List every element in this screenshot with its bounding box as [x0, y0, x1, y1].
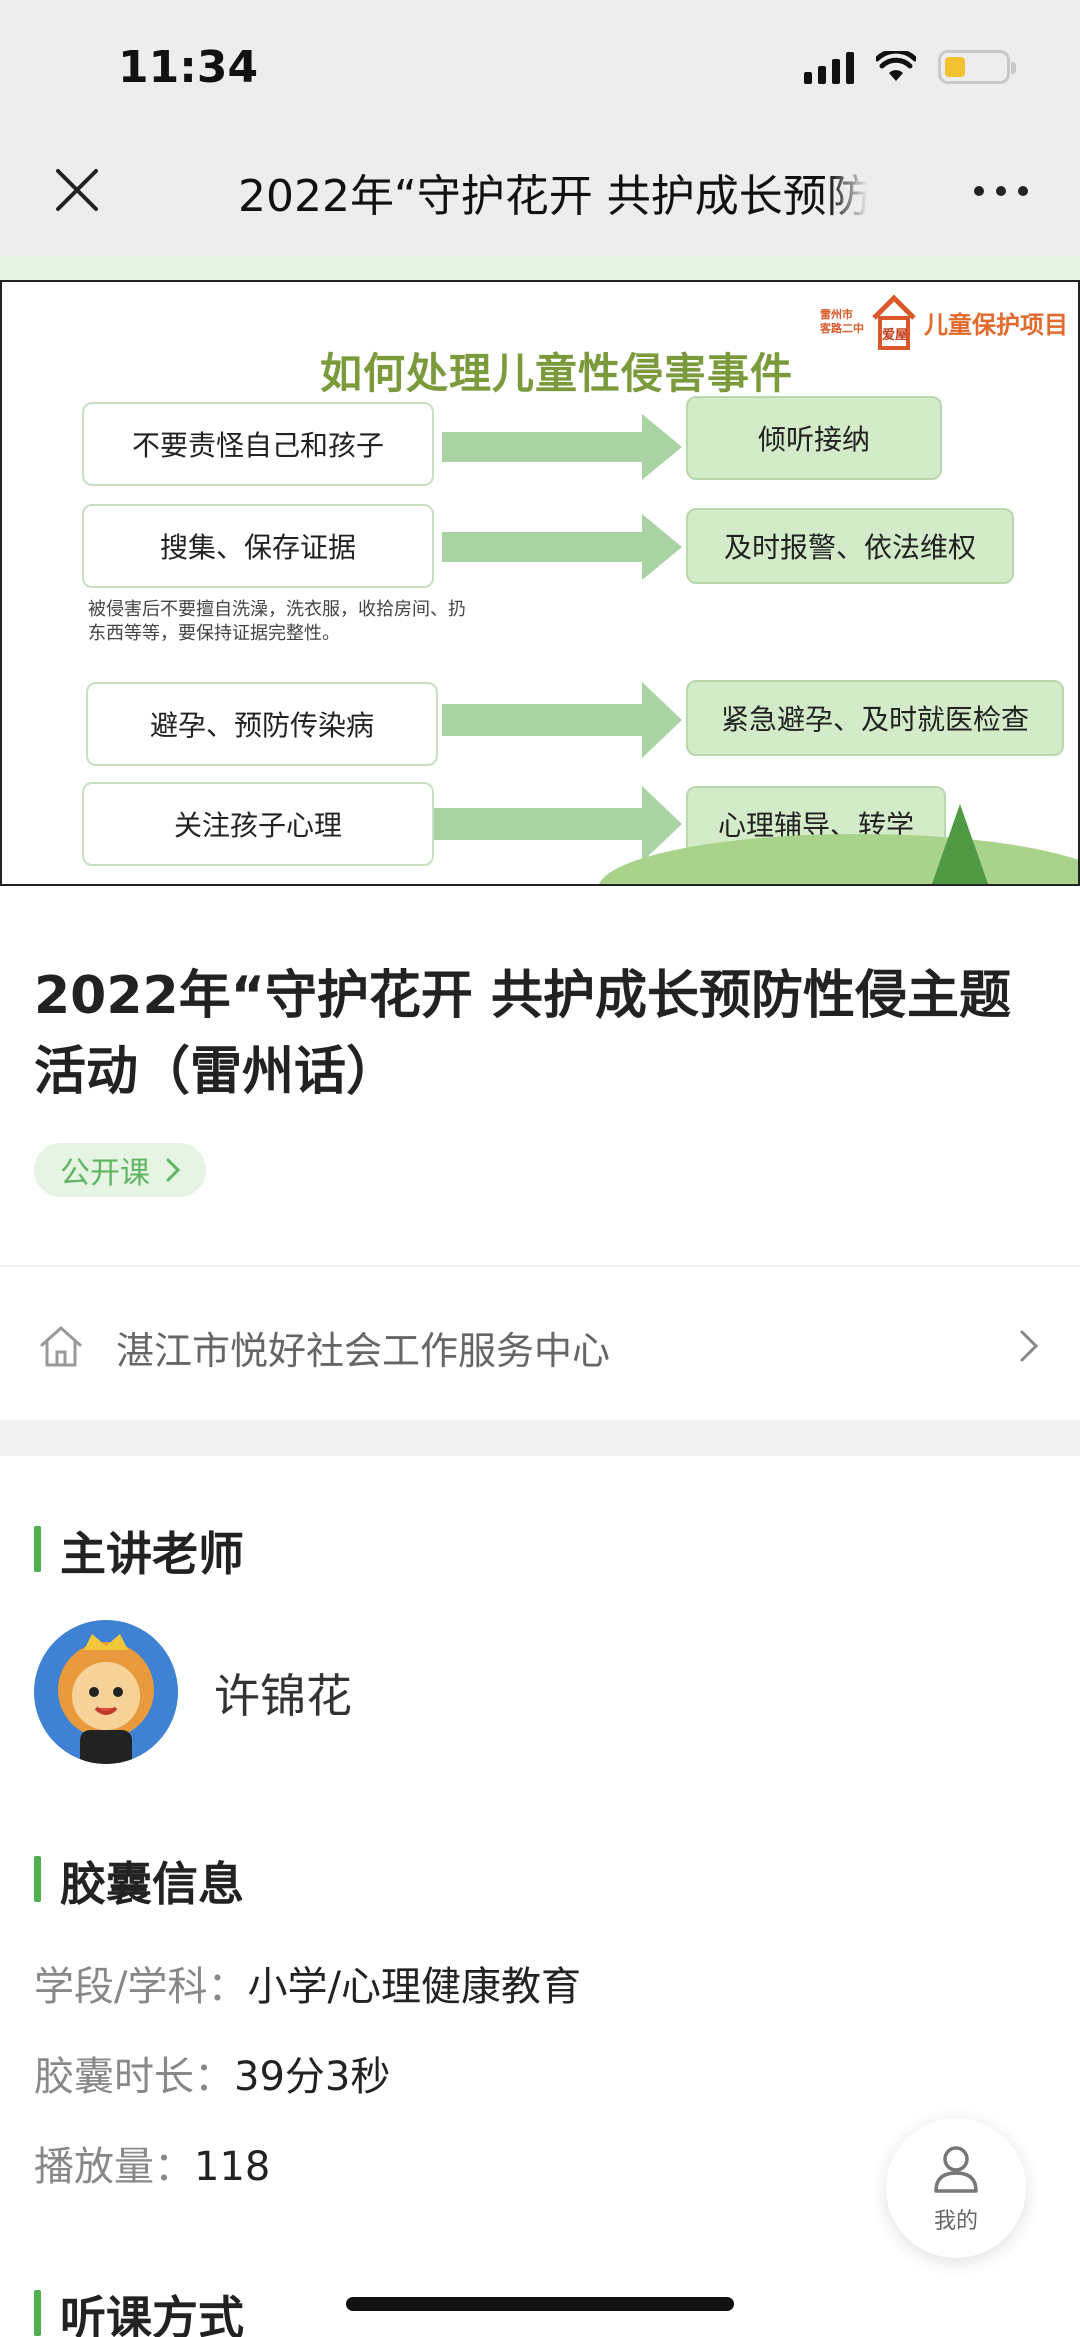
arrow-icon	[442, 514, 682, 580]
tree-decoration	[932, 804, 988, 884]
cover-top-strip	[0, 255, 1080, 280]
status-time: 11:34	[118, 42, 259, 93]
course-title: 2022年“守护花开 共护成长预防性侵主题活动（雷州话）	[34, 966, 1012, 1102]
slide-left-box-4: 关注孩子心理	[82, 782, 434, 866]
user-icon	[934, 2146, 978, 2193]
arrow-icon	[434, 786, 682, 862]
teacher-section-heading: 主讲老师	[34, 1518, 244, 1584]
info-value: 小学/心理健康教育	[247, 1964, 581, 2010]
info-key: 播放量：	[34, 2144, 194, 2190]
arrow-icon	[442, 414, 682, 480]
info-row-plays: 播放量：118	[34, 2134, 270, 2192]
logo-small-top: 雷州市	[820, 308, 853, 321]
course-tag[interactable]: 公开课	[34, 1143, 206, 1197]
home-indicator[interactable]	[346, 2297, 734, 2311]
chevron-right-icon	[1020, 1330, 1039, 1362]
slide-right-box-1: 倾听接纳	[686, 396, 942, 480]
slide-title: 如何处理儿童性侵害事件	[320, 349, 794, 398]
home-icon	[40, 1326, 82, 1367]
info-value: 118	[194, 2144, 271, 2190]
divider	[0, 1265, 1080, 1267]
my-button-label: 我的	[933, 2209, 978, 2234]
info-key: 胶囊时长：	[34, 2054, 234, 2100]
capsule-section-heading: 胶囊信息	[34, 1848, 244, 1914]
slide-right-box-3: 紧急避孕、及时就医检查	[686, 680, 1064, 756]
info-row-subject: 学段/学科：小学/心理健康教育	[34, 1954, 581, 2012]
signal-icon	[804, 50, 854, 84]
logo-small-bottom: 客路二中	[820, 322, 864, 335]
course-cover[interactable]: 如何处理儿童性侵害事件 雷州市 客路二中 爱屋 儿童保护项目 不要责怪自己和孩子…	[0, 280, 1080, 886]
slide-left-box-1: 不要责怪自己和孩子	[82, 402, 434, 486]
course-tag-label: 公开课	[60, 1156, 150, 1191]
arrow-icon	[442, 682, 682, 758]
logo-house-text: 爱屋	[882, 328, 909, 343]
my-floating-button[interactable]: 我的	[886, 2118, 1026, 2258]
info-row-duration: 胶囊时长：39分3秒	[34, 2044, 390, 2102]
project-logo: 雷州市 客路二中 爱屋 儿童保护项目	[820, 294, 1068, 350]
logo-name: 儿童保护项目	[924, 310, 1068, 339]
avatar[interactable]	[34, 1620, 178, 1764]
top-bar: 11:34 2022年“守护花开 共护成长预防性侵主题活动（雷州话）	[0, 0, 1080, 255]
slide-right-box-2: 及时报警、依法维权	[686, 508, 1014, 584]
info-key: 学段/学科：	[34, 1964, 248, 2010]
slide-note: 被侵害后不要擅自洗澡，洗衣服，收拾房间、扔东西等等，要保持证据完整性。	[88, 599, 466, 644]
house-logo-icon: 爱屋	[870, 294, 918, 350]
organization-name: 湛江市悦好社会工作服务中心	[116, 1329, 611, 1373]
listen-section-heading: 听课方式	[34, 2282, 244, 2337]
close-icon[interactable]	[52, 165, 102, 215]
more-icon[interactable]	[974, 186, 1028, 196]
slide-left-box-3: 避孕、预防传染病	[86, 682, 438, 766]
info-value: 39分3秒	[234, 2054, 391, 2100]
battery-icon	[938, 50, 1016, 84]
organization-row[interactable]: 湛江市悦好社会工作服务中心	[0, 1290, 1080, 1400]
section-divider	[0, 1420, 1080, 1456]
slide-left-box-2: 搜集、保存证据	[82, 504, 434, 588]
teacher-name: 许锦花	[214, 1669, 352, 1723]
status-icons	[804, 50, 1016, 84]
chevron-right-icon	[166, 1158, 180, 1182]
wifi-icon	[876, 51, 916, 81]
nav-title: 2022年“守护花开 共护成长预防性侵主题活动（雷州话）	[238, 160, 868, 224]
